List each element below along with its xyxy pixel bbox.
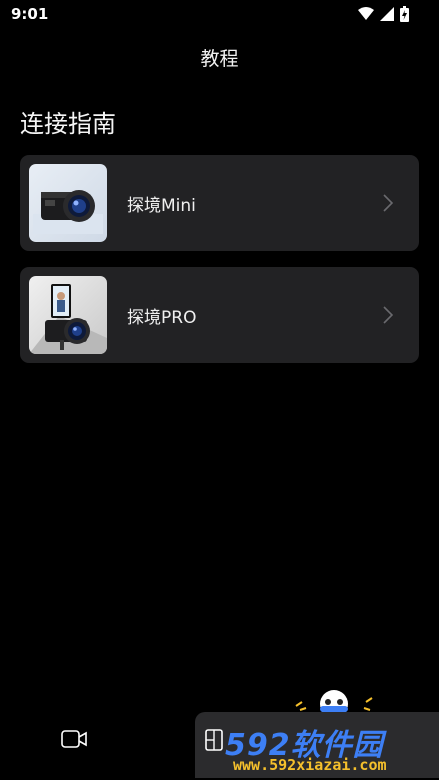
album-icon [205,729,223,751]
device-thumbnail [29,164,107,242]
bottom-tab-bar: 592软件园 www.592xiazai.com [0,710,439,780]
status-bar: 9:01 [0,0,439,30]
page-title: 教程 [200,48,239,70]
chevron-right-icon [383,194,393,212]
device-card-mini[interactable]: 探境Mini [20,155,419,251]
status-icons [358,6,409,22]
wifi-icon [358,7,374,20]
device-name: 探境Mini [127,196,196,216]
device-name: 探境PRO [127,308,197,328]
status-time: 9:01 [11,5,49,23]
device-card-pro[interactable]: 探境PRO [20,267,419,363]
video-camera-icon[interactable] [61,729,87,749]
battery-icon [400,6,409,22]
watermark-url: www.592xiazai.com [233,756,387,774]
device-thumbnail [29,276,107,354]
section-title: 连接指南 [20,110,116,138]
chevron-right-icon [383,306,393,324]
album-tab[interactable]: 592软件园 www.592xiazai.com [195,712,439,778]
signal-icon [380,7,394,21]
